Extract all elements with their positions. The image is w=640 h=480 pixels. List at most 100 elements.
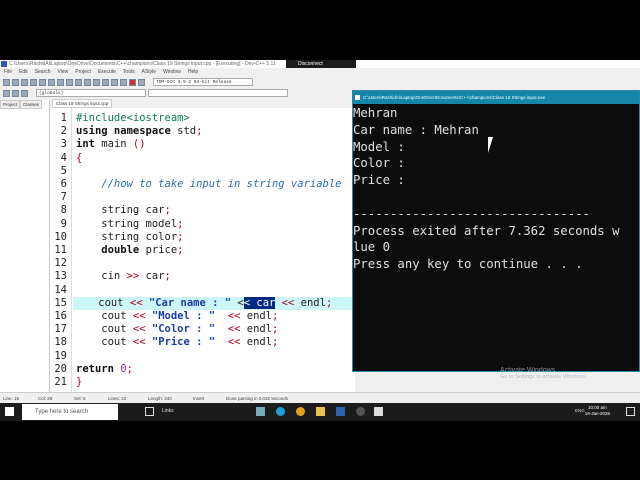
edge-icon[interactable] xyxy=(276,407,285,416)
code-token: ; xyxy=(126,362,133,375)
code-token: << xyxy=(132,310,146,322)
code-line: double price; xyxy=(76,244,183,257)
code-token: using namespace xyxy=(76,125,178,138)
code-line: cout << "Color : " << endl; xyxy=(76,323,278,336)
replace-icon[interactable] xyxy=(84,78,91,86)
tab-project[interactable]: Project xyxy=(0,100,21,109)
code-line: cin >> car; xyxy=(76,270,171,283)
code-token: cout xyxy=(76,323,133,336)
line-number: 14 xyxy=(54,283,67,296)
debug-icon[interactable] xyxy=(120,78,127,86)
line-number: 17 xyxy=(54,323,67,336)
file-explorer-icon[interactable] xyxy=(316,407,325,416)
menu-execute[interactable]: Execute xyxy=(98,68,116,77)
window-title: C:\Users\RashidAliLaptop\OneDrive\Docume… xyxy=(9,61,276,67)
code-token: << xyxy=(281,296,295,309)
windows-start-icon[interactable] xyxy=(5,407,14,416)
line-number: 13 xyxy=(54,270,67,283)
console-title-bar: C:\Users\RashidAliLaptop\OneDrive\Docume… xyxy=(353,91,639,104)
code-line: int main () xyxy=(76,138,146,151)
menu-astyle[interactable]: AStyle xyxy=(142,68,156,77)
code-token: endl xyxy=(240,310,273,322)
code-token: return xyxy=(76,362,121,375)
code-token: ; xyxy=(196,125,203,138)
code-token: < xyxy=(231,296,244,309)
console-taskbar-icon[interactable] xyxy=(374,407,383,416)
notifications-icon[interactable] xyxy=(626,407,635,416)
scope-select[interactable]: (globals) xyxy=(36,89,146,97)
code-token: endl xyxy=(294,296,326,309)
line-number: 20 xyxy=(54,362,67,375)
console-line: Mehran xyxy=(353,106,398,120)
close-icon[interactable] xyxy=(39,78,46,86)
status-bar: Line: 15 Col: 28 Sel: 5 Lines: 22 Length… xyxy=(0,392,640,403)
print-icon[interactable] xyxy=(48,78,55,86)
code-token: >> xyxy=(126,270,140,283)
clock-date: 19-Jan-2026 xyxy=(584,411,610,416)
tab-classes[interactable]: Classes xyxy=(20,100,43,109)
taskbar-search[interactable]: Type here to search xyxy=(22,404,118,420)
code-token: << xyxy=(227,310,241,322)
line-gutter: 1 2 3 4 5 6 7 8 9 10 11 12 13 14 15 16 17 18 19 20 21 xyxy=(50,108,72,392)
run-icon[interactable] xyxy=(102,78,109,86)
line-number: 9 xyxy=(60,217,67,230)
function-select[interactable] xyxy=(148,89,288,97)
open-icon[interactable] xyxy=(12,78,19,86)
links-toolbar[interactable]: Links xyxy=(162,408,174,414)
devcpp-taskbar-icon[interactable] xyxy=(336,407,345,416)
indent-icon[interactable] xyxy=(3,89,10,97)
clock[interactable]: 10:00 am 19-Jan-2026 xyxy=(585,405,610,417)
line-number: 18 xyxy=(54,336,67,349)
line-number: 16 xyxy=(54,310,67,322)
code-line: cout << "Price : " << endl; xyxy=(76,336,278,349)
compile-icon[interactable] xyxy=(93,78,100,86)
menu-file[interactable]: File xyxy=(4,68,12,77)
code-token: int xyxy=(76,138,102,151)
new-file-icon[interactable] xyxy=(3,78,10,86)
line-number: 12 xyxy=(54,257,67,270)
code-line: cout << "Car name : " << car << endl; xyxy=(73,296,363,310)
console-window[interactable]: C:\Users\RashidAliLaptop\OneDrive\Docume… xyxy=(352,90,640,372)
obs-icon[interactable] xyxy=(356,407,365,416)
disconnect-button[interactable]: Disconnect xyxy=(286,60,356,68)
find-icon[interactable] xyxy=(75,78,82,86)
menu-search[interactable]: Search xyxy=(35,68,51,77)
task-view-icon[interactable] xyxy=(145,407,154,416)
bookmark-icon[interactable] xyxy=(12,89,19,97)
menu-edit[interactable]: Edit xyxy=(19,68,28,77)
console-line: lue 0 xyxy=(353,240,391,255)
code-line: string color; xyxy=(76,231,183,244)
console-line: Color : xyxy=(353,156,405,171)
undo-icon[interactable] xyxy=(57,78,64,86)
goto-icon[interactable] xyxy=(21,89,28,97)
code-editor[interactable]: 1 2 3 4 5 6 7 8 9 10 11 12 13 14 15 16 17 18 19 20 21 #includ… xyxy=(50,108,363,392)
line-number: 21 xyxy=(54,376,67,388)
code-token: ; xyxy=(325,296,333,309)
console-line: Price : xyxy=(353,173,405,188)
menu-view[interactable]: View xyxy=(58,68,69,77)
code-line: #include<iostream> xyxy=(76,112,190,125)
save-icon[interactable] xyxy=(21,78,28,86)
menu-help[interactable]: Help xyxy=(188,68,198,77)
compiler-select[interactable]: TDM-GCC 4.9.2 64-bit Release xyxy=(153,78,253,86)
menu-project[interactable]: Project xyxy=(75,68,91,77)
menu-tools[interactable]: Tools xyxy=(123,68,135,77)
code-token: string car xyxy=(76,204,165,217)
console-icon xyxy=(355,95,360,100)
stop-icon[interactable] xyxy=(129,78,136,86)
chart-icon[interactable] xyxy=(138,78,145,86)
language-indicator[interactable]: ENG xyxy=(575,408,585,413)
console-line: Process exited after 7.362 seconds w xyxy=(353,223,620,238)
menu-window[interactable]: Window xyxy=(163,68,181,77)
app-icon xyxy=(1,61,7,67)
compile-run-icon[interactable] xyxy=(111,78,118,86)
code-token: ; xyxy=(177,230,184,243)
watermark-title: Activate Windows xyxy=(500,367,556,374)
file-tab[interactable]: Class 19 Strings input.cpp xyxy=(52,99,113,108)
redo-icon[interactable] xyxy=(66,78,73,86)
app-icon-1[interactable] xyxy=(256,407,265,416)
chrome-icon[interactable] xyxy=(296,407,305,416)
save-all-icon[interactable] xyxy=(30,78,37,86)
